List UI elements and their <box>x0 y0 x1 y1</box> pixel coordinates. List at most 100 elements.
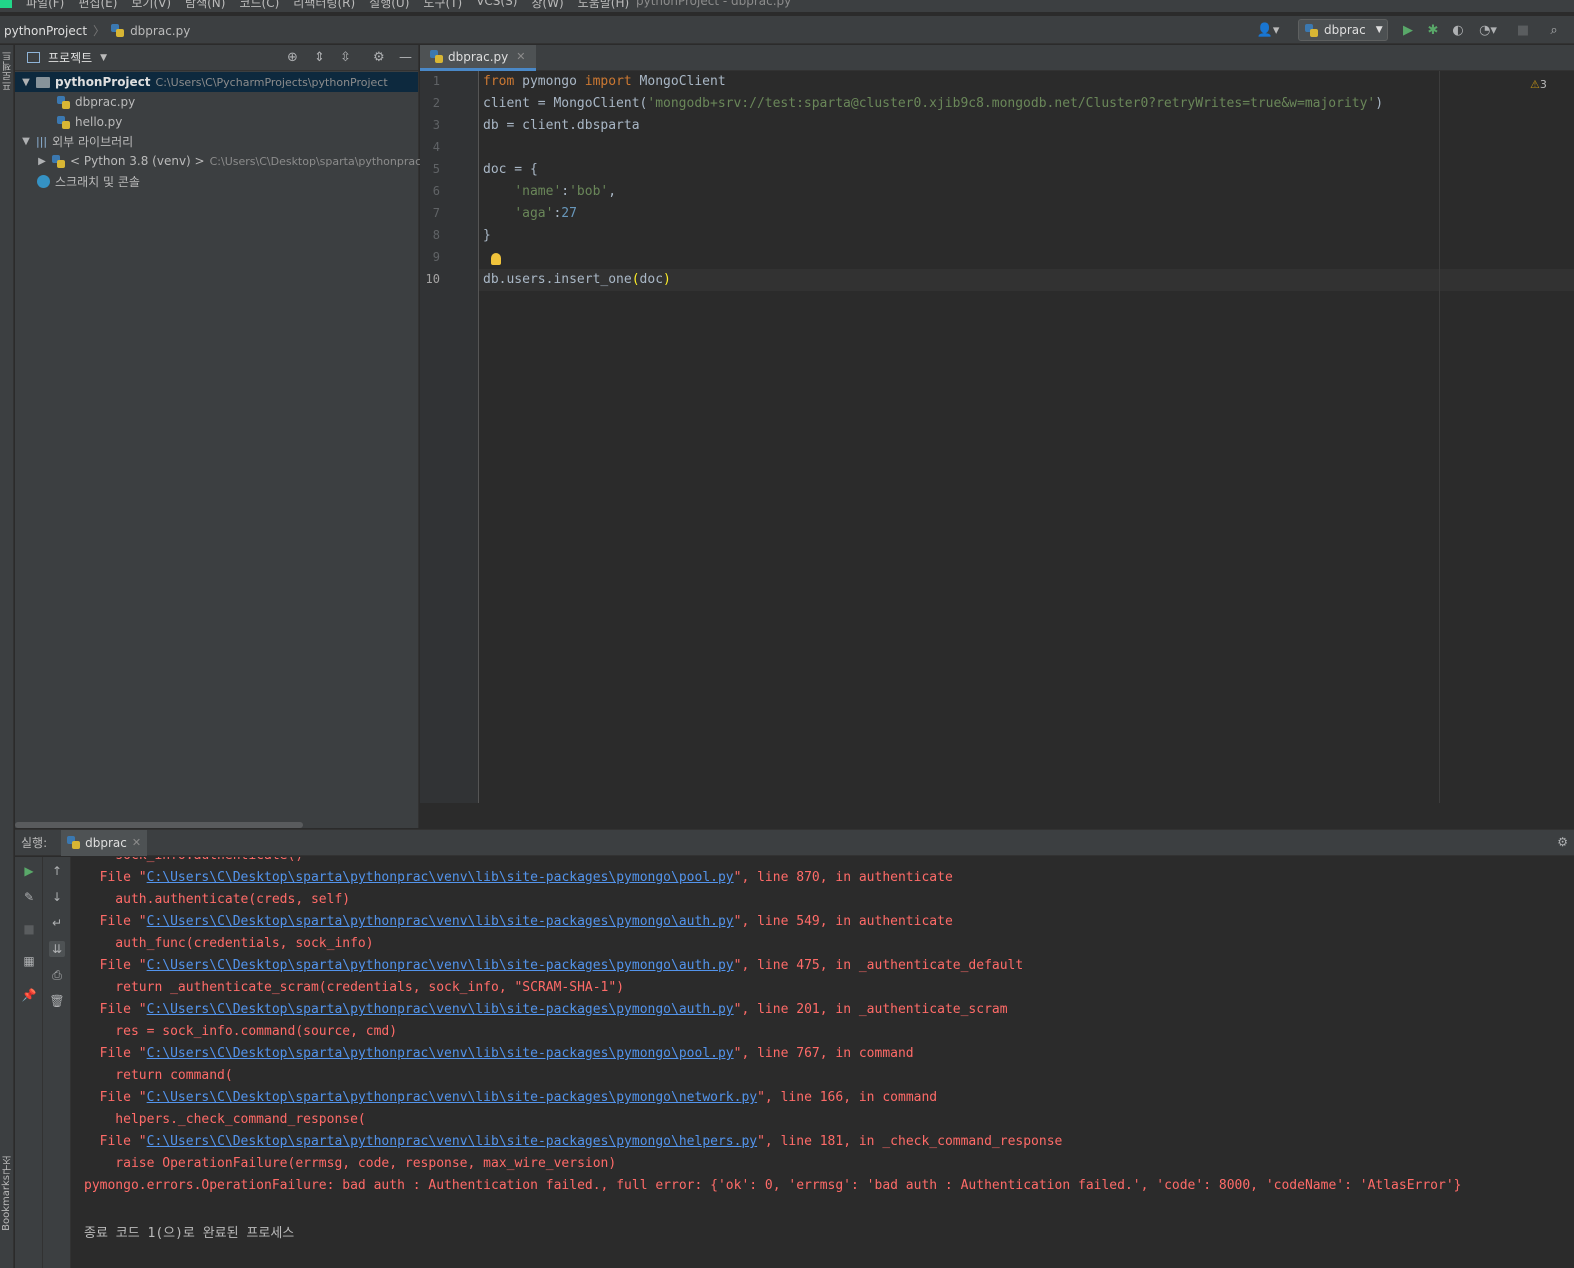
pin-icon[interactable]: 📌 <box>21 987 37 1003</box>
tree-item-file[interactable]: hello.py <box>57 112 122 132</box>
code-line[interactable]: } <box>483 228 491 243</box>
chevron-down-icon[interactable]: ▼ <box>21 77 31 88</box>
traceback-file-line: File "C:\Users\C\Desktop\sparta\pythonpr… <box>84 1046 914 1061</box>
editor-tab-bar: dbprac.py ✕ <box>420 45 1574 71</box>
code-line[interactable]: client = MongoClient('mongodb+srv://test… <box>483 96 1383 111</box>
run-configuration-select[interactable]: dbprac ▼ <box>1298 19 1388 41</box>
user-account-icon[interactable]: 👤▾ <box>1256 22 1280 38</box>
console-line: res = sock_info.command(source, cmd) <box>84 1024 398 1039</box>
coverage-icon[interactable]: ◐ <box>1450 22 1466 38</box>
menu-item[interactable]: 창(W) <box>531 0 563 11</box>
tree-item-project-root[interactable]: ▼ pythonProject C:\Users\C\PycharmProjec… <box>15 72 418 92</box>
right-margin-guide <box>1439 71 1440 803</box>
arrow-down-icon[interactable]: ↓ <box>49 889 65 905</box>
lightbulb-icon[interactable] <box>491 253 501 265</box>
python-file-icon <box>111 24 125 37</box>
left-tool-strip: 프로젝트 구조 Bookmarks <box>0 45 14 1268</box>
external-libraries-label: 외부 라이브러리 <box>52 134 134 149</box>
console-line: return command( <box>84 1068 233 1083</box>
bookmarks-tool-tab[interactable]: Bookmarks <box>1 1175 12 1231</box>
code-line[interactable]: db.users.insert_one(doc) <box>483 272 671 287</box>
stop-icon[interactable]: ■ <box>1515 22 1531 38</box>
gear-icon[interactable]: ⚙ <box>1557 835 1568 849</box>
wrench-icon[interactable]: ✎ <box>21 889 37 905</box>
menu-item[interactable]: 보기(V) <box>131 0 171 11</box>
chevron-down-icon: ▼ <box>1375 25 1383 35</box>
trash-icon[interactable]: 🗑 <box>49 993 65 1009</box>
gear-icon[interactable]: ⚙ <box>373 50 385 65</box>
inspection-widget[interactable]: ⚠3 <box>1530 78 1547 91</box>
app-icon <box>0 0 12 8</box>
tree-item-file[interactable]: dbprac.py <box>57 92 135 112</box>
stop-icon[interactable]: ■ <box>21 921 37 937</box>
locate-icon[interactable]: ⊕ <box>287 50 298 65</box>
code-editor: dbprac.py ✕ ⚠3 1 2 3 4 5 6 7 8 9 10 from pymongo … <box>420 45 1574 828</box>
code-line[interactable]: 'aga':27 <box>483 206 577 221</box>
print-icon[interactable]: ⎙ <box>49 967 65 983</box>
menu-item[interactable]: 코드(C) <box>239 0 279 11</box>
menu-item[interactable]: 파일(F) <box>26 0 64 11</box>
collapse-all-icon[interactable]: ⇳ <box>340 50 351 65</box>
chevron-down-icon[interactable]: ▼ <box>21 136 31 147</box>
breadcrumb-file[interactable]: dbprac.py <box>130 24 190 38</box>
menu-item[interactable]: 탐색(N) <box>185 0 225 11</box>
code-line[interactable]: from pymongo import MongoClient <box>483 74 726 89</box>
breadcrumb-separator-icon: 〉 <box>93 24 106 38</box>
file-link[interactable]: C:\Users\C\Desktop\sparta\pythonprac\ven… <box>147 1002 734 1017</box>
menu-items: 파일(F) 편집(E) 보기(V) 탐색(N) 코드(C) 리팩터링(R) 실행(U) 도구(… <box>26 0 629 11</box>
menu-item[interactable]: 도움말(H) <box>578 0 630 11</box>
menu-item[interactable]: 편집(E) <box>78 0 117 11</box>
horizontal-scrollbar[interactable] <box>15 822 303 828</box>
code-line[interactable]: doc = { <box>483 162 538 177</box>
menu-item[interactable]: 도구(T) <box>423 0 462 11</box>
python-file-icon <box>67 836 81 849</box>
editor-tab-dbprac[interactable]: dbprac.py ✕ <box>420 45 536 71</box>
chevron-right-icon[interactable]: ▶ <box>37 156 47 167</box>
python-sdk-path: C:\Users\C\Desktop\sparta\pythonprac <box>209 154 422 168</box>
python-sdk-label: < Python 3.8 (venv) > <box>70 154 205 168</box>
chevron-down-icon[interactable]: ▼ <box>100 53 107 63</box>
run-toolbar-primary: ▶ ✎ ■ ▦ 📌 <box>15 857 43 1268</box>
code-line[interactable]: db = client.dbsparta <box>483 118 640 133</box>
tree-item-python-sdk[interactable]: ▶ < Python 3.8 (venv) > C:\Users\C\Deskt… <box>37 151 421 171</box>
code-line[interactable]: 'name':'bob', <box>483 184 616 199</box>
menu-item[interactable]: 실행(U) <box>369 0 409 11</box>
file-link[interactable]: C:\Users\C\Desktop\sparta\pythonprac\ven… <box>147 1046 734 1061</box>
rerun-icon[interactable]: ▶ <box>21 863 37 879</box>
file-link[interactable]: C:\Users\C\Desktop\sparta\pythonprac\ven… <box>147 870 734 885</box>
menu-item[interactable]: 리팩터링(R) <box>293 0 355 11</box>
layout-icon[interactable]: ▦ <box>21 953 37 969</box>
run-icon[interactable]: ▶ <box>1400 22 1416 38</box>
file-link[interactable]: C:\Users\C\Desktop\sparta\pythonprac\ven… <box>147 1090 757 1105</box>
menu-item[interactable]: VCS(S) <box>476 0 517 11</box>
tree-item-scratches[interactable]: 스크래치 및 콘솔 <box>37 171 140 191</box>
console-line: helpers._check_command_response( <box>84 1112 366 1127</box>
close-icon[interactable]: ✕ <box>516 50 525 63</box>
file-link[interactable]: C:\Users\C\Desktop\sparta\pythonprac\ven… <box>147 1134 757 1149</box>
run-tab-dbprac[interactable]: dbprac ✕ <box>61 829 148 856</box>
traceback-file-line: File "C:\Users\C\Desktop\sparta\pythonpr… <box>84 870 953 885</box>
debug-icon[interactable]: ✱ <box>1425 22 1441 38</box>
search-icon[interactable]: ⌕ <box>1546 22 1562 38</box>
project-view-select[interactable]: 프로젝트 <box>48 49 92 66</box>
window-title: pythonProject - dbprac.py <box>636 0 792 8</box>
structure-tool-tab[interactable]: 구조 <box>1 1155 16 1175</box>
run-panel-header: 실행: dbprac ✕ ⚙ <box>15 829 1574 856</box>
project-tool-tab[interactable]: 프로젝트 <box>1 51 16 91</box>
profile-icon[interactable]: ◔▾ <box>1475 22 1501 38</box>
arrow-up-icon[interactable]: ↑ <box>49 863 65 879</box>
folder-icon <box>36 76 50 88</box>
run-panel-label: 실행: <box>21 836 48 850</box>
breadcrumb-project[interactable]: pythonProject <box>4 24 87 38</box>
file-link[interactable]: C:\Users\C\Desktop\sparta\pythonprac\ven… <box>147 914 734 929</box>
scroll-to-end-icon[interactable]: ⇊ <box>49 941 65 957</box>
close-icon[interactable]: ✕ <box>132 836 141 849</box>
file-link[interactable]: C:\Users\C\Desktop\sparta\pythonprac\ven… <box>147 958 734 973</box>
expand-all-icon[interactable]: ⇕ <box>314 50 325 65</box>
soft-wrap-icon[interactable]: ↵ <box>49 915 65 931</box>
tree-item-external-libraries[interactable]: ▼ ||| 외부 라이브러리 <box>21 131 133 151</box>
python-sdk-icon <box>52 154 65 168</box>
minimize-icon[interactable]: — <box>399 50 412 65</box>
project-panel-header: 프로젝트 ▼ <box>15 45 418 71</box>
console-output[interactable]: sock_info.authenticate() File "C:\Users\… <box>84 857 1564 1268</box>
